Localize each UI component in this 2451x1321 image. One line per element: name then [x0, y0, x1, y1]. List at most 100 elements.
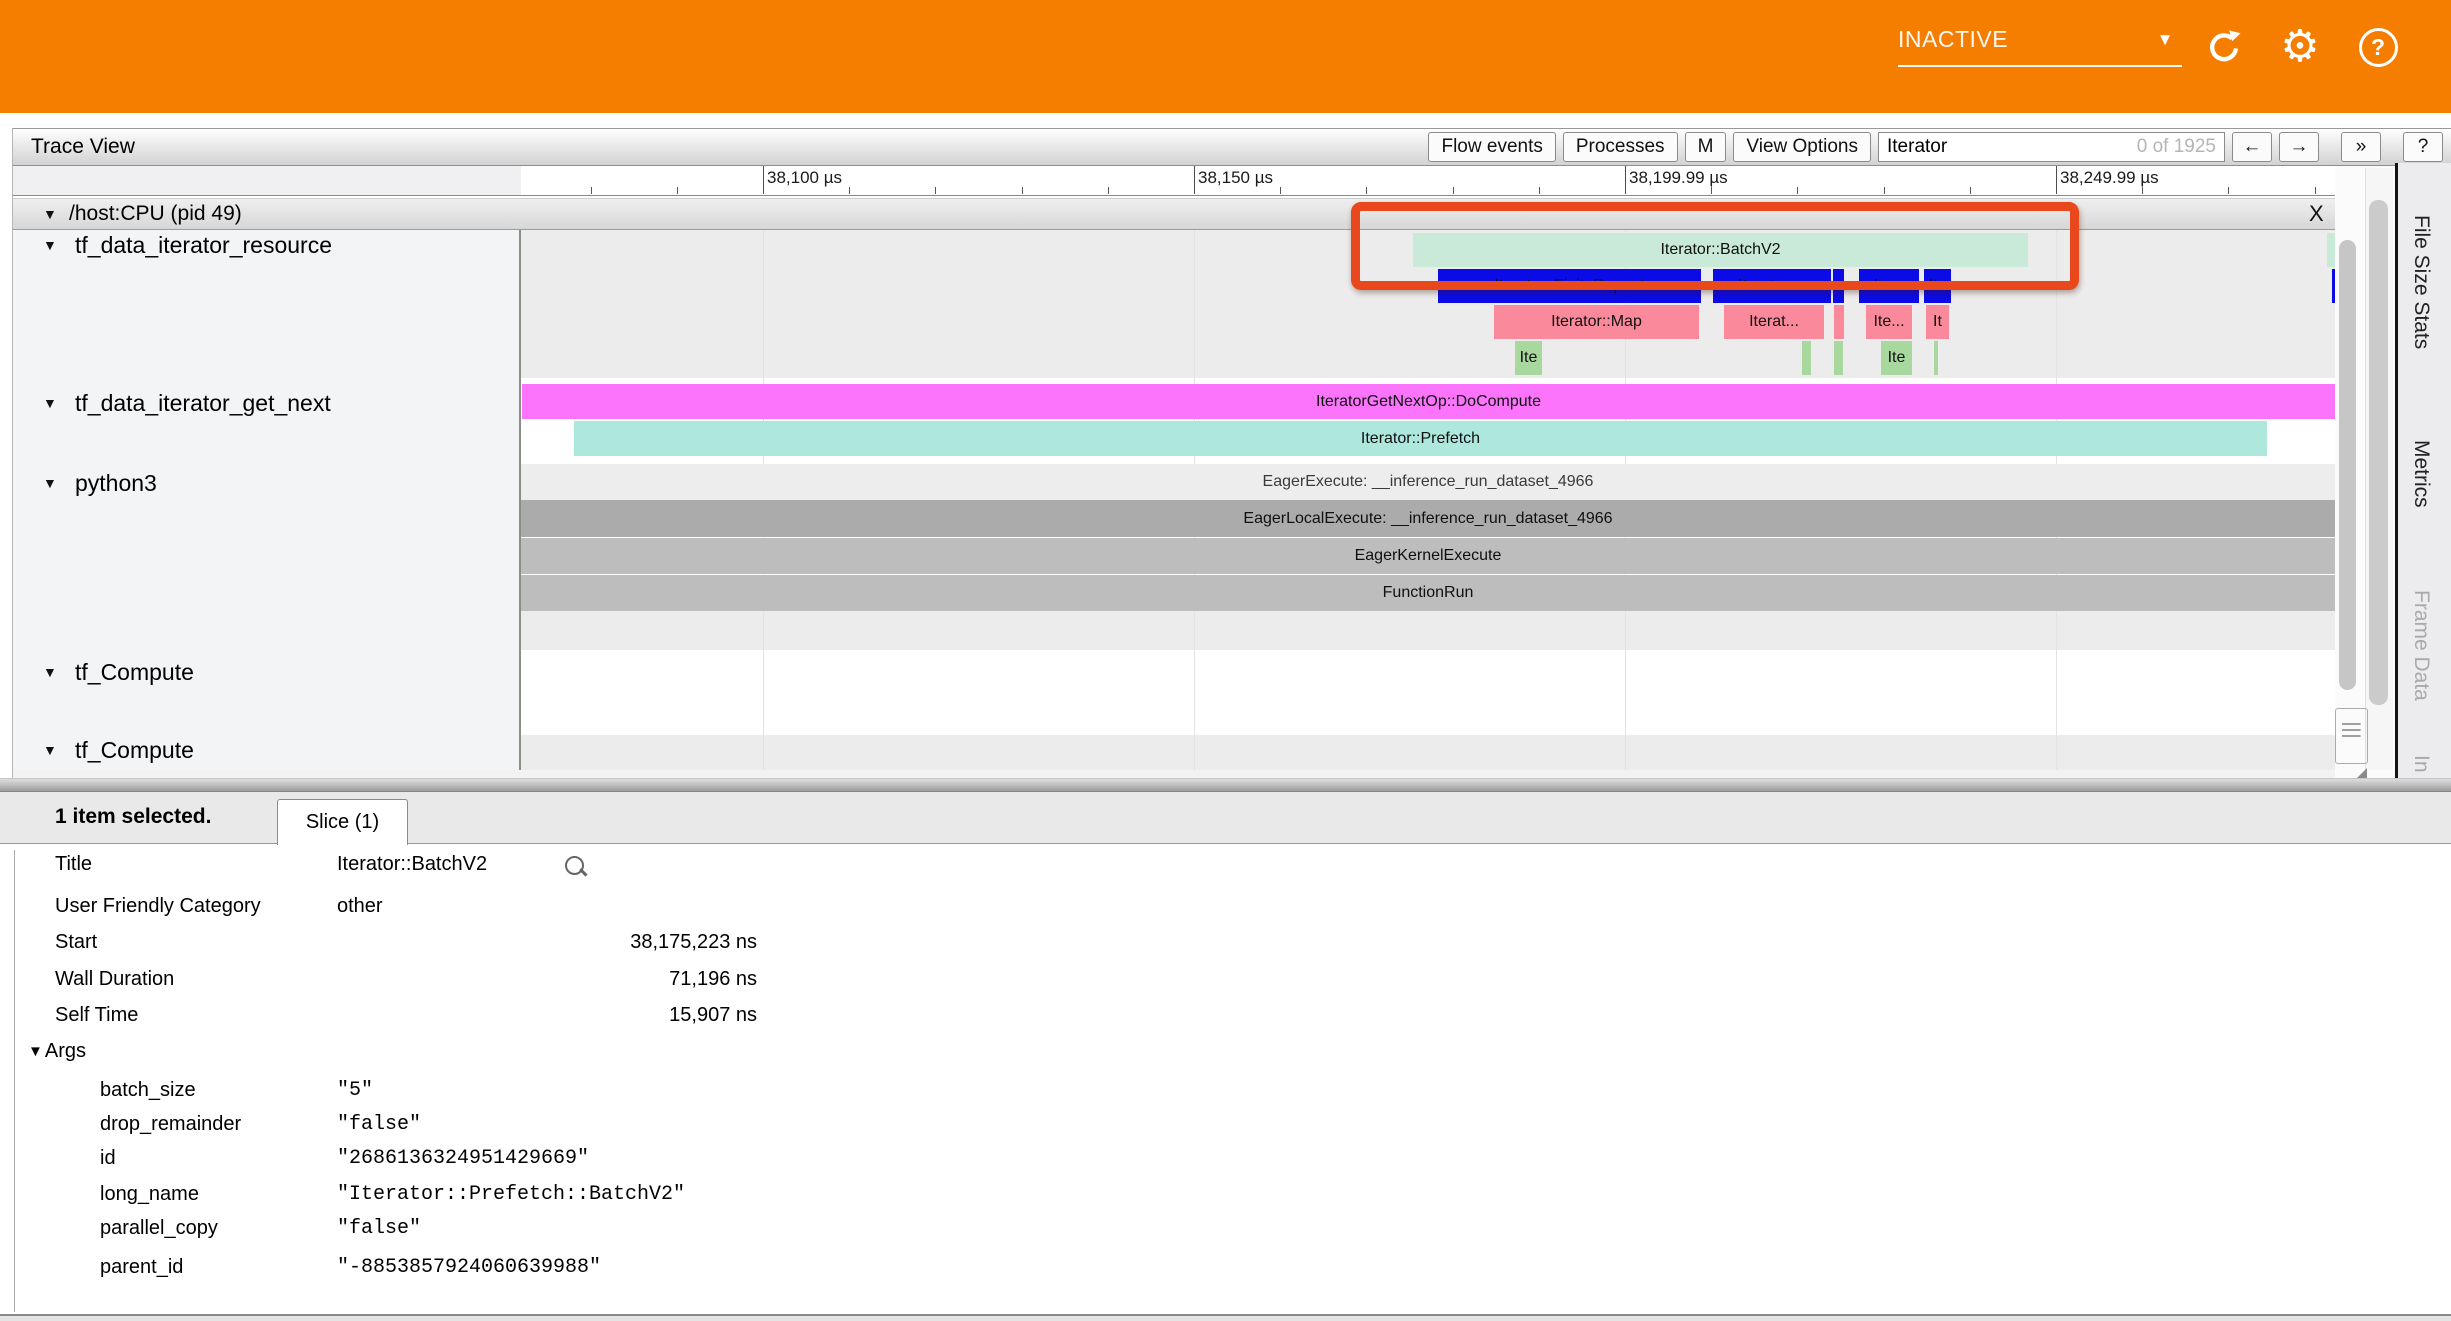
profiler-page: INACTIVE ▼ ⚙ ? Trace View Flow events Pro… — [0, 0, 2451, 1321]
scrollbar-thumb[interactable] — [2339, 240, 2356, 690]
detail-label: Start — [55, 931, 97, 954]
search-value: Iterator — [1887, 136, 1947, 158]
track-background-band — [521, 611, 2335, 650]
ruler-tick — [1797, 187, 1798, 194]
expand-panel-button[interactable]: » — [2341, 132, 2381, 162]
app-header-bar: INACTIVE ▼ ⚙ ? — [0, 0, 2451, 113]
arg-value: "5" — [337, 1079, 373, 1102]
arg-value: "Iterator::Prefetch::BatchV2" — [337, 1183, 685, 1206]
m-button[interactable]: M — [1685, 132, 1727, 162]
chevron-down-icon: ▼ — [43, 475, 57, 491]
refresh-icon-glyph — [2205, 28, 2243, 66]
track-area: Iterator::BatchV2Iterator::FiniteRepeatI… — [13, 230, 2395, 770]
args-header-row: ▼Args — [0, 1040, 2451, 1068]
arg-row: long_name"Iterator::Prefetch::BatchV2" — [0, 1183, 2451, 1211]
horizontal-divider[interactable] — [0, 778, 2451, 792]
trace-slice[interactable] — [1934, 341, 1938, 375]
trace-slice[interactable] — [2327, 233, 2335, 267]
detail-label: User Friendly Category — [55, 895, 261, 918]
ruler-tick — [1022, 187, 1023, 194]
trace-view-panel: Trace View Flow events ProcessesMView Opt… — [12, 128, 2451, 790]
args-collapse-toggle[interactable]: ▼Args — [28, 1040, 86, 1063]
ruler-major-tick — [2056, 166, 2057, 194]
toolbar-button-group: Flow eventsProcessesMView OptionsIterato… — [1428, 132, 2443, 162]
ruler-major-tick — [1194, 166, 1195, 194]
ruler-tick — [1108, 187, 1109, 194]
scroll-grip[interactable] — [2335, 708, 2368, 764]
trace-slice[interactable]: Ite — [1881, 341, 1912, 375]
track-label-row[interactable]: ▼tf_data_iterator_resource — [13, 230, 519, 260]
tab-file-size-stats[interactable]: File Size Stats — [2409, 215, 2433, 349]
refresh-icon[interactable] — [2204, 27, 2244, 67]
trace-slice[interactable]: EagerExecute: __inference_run_dataset_49… — [521, 464, 2335, 500]
chevron-down-icon: ▼ — [43, 664, 57, 680]
ruler-tick-label: 38,249.99 µs — [2060, 168, 2159, 188]
detail-value: 15,907 ns — [337, 1004, 757, 1027]
search-input[interactable]: Iterator 0 of 1925 — [1878, 132, 2225, 162]
trace-slice[interactable]: Iterator::Prefetch — [574, 421, 2267, 456]
trace-slice[interactable]: Iterat... — [1724, 305, 1824, 339]
trace-slice[interactable]: EagerKernelExecute — [521, 538, 2335, 574]
detail-row: Self Time15,907 ns — [0, 1004, 2451, 1032]
triangle-down-icon: ▼ — [28, 1043, 43, 1060]
tab-input: In — [2409, 755, 2433, 773]
processes-button[interactable]: Processes — [1563, 132, 1678, 162]
trace-view-toolbar: Trace View Flow events ProcessesMView Opt… — [13, 128, 2451, 166]
track-label-row[interactable]: ▼tf_data_iterator_get_next — [13, 388, 519, 418]
detail-value: other — [337, 895, 757, 918]
detail-value: Iterator::BatchV2 — [337, 853, 757, 876]
tab-slice[interactable]: Slice (1) — [277, 799, 408, 845]
track-label-row[interactable]: ▼python3 — [13, 468, 519, 498]
trace-slice[interactable]: IteratorGetNextOp::DoCompute — [522, 384, 2335, 419]
trace-slice[interactable] — [1834, 305, 1844, 339]
scrollbar-thumb[interactable] — [2369, 200, 2388, 705]
arg-name: parent_id — [100, 1256, 183, 1279]
detail-row: User Friendly Category other — [0, 895, 2451, 923]
search-result-count: 0 of 1925 — [2137, 136, 2216, 158]
trace-view-title: Trace View — [31, 135, 135, 159]
run-status-select[interactable]: INACTIVE ▼ — [1898, 26, 2182, 67]
timeline-canvas[interactable]: Iterator::BatchV2Iterator::FiniteRepeatI… — [521, 230, 2335, 770]
close-track-button[interactable]: X — [2309, 201, 2324, 227]
flow-events-button[interactable]: Flow events — [1428, 132, 1555, 162]
trace-slice[interactable]: Ite — [1515, 341, 1542, 375]
trace-slice[interactable] — [1802, 341, 1811, 375]
help-button[interactable]: ? — [2403, 132, 2443, 162]
trace-slice[interactable]: FunctionRun — [521, 575, 2335, 611]
gear-icon[interactable]: ⚙ — [2280, 27, 2320, 67]
next-result-button[interactable]: → — [2279, 132, 2319, 162]
trace-slice[interactable]: Iterator::Map — [1494, 305, 1699, 339]
arg-value: "false" — [337, 1217, 421, 1240]
magnifier-icon[interactable] — [565, 856, 584, 875]
ruler-tick — [1539, 187, 1540, 194]
track-background-band — [521, 735, 2335, 770]
tab-metrics[interactable]: Metrics — [2409, 440, 2433, 508]
trace-slice[interactable] — [1834, 341, 1843, 375]
track-label-row[interactable]: ▼tf_Compute — [13, 735, 519, 765]
prev-result-button[interactable]: ← — [2232, 132, 2272, 162]
track-label: tf_data_iterator_get_next — [75, 390, 331, 417]
view-options-button[interactable]: View Options — [1733, 132, 1871, 162]
ruler-tick — [1453, 187, 1454, 194]
chevron-down-icon: ▼ — [2157, 30, 2174, 50]
ruler-tick — [1884, 187, 1885, 194]
trace-slice[interactable]: It — [1926, 305, 1949, 339]
outer-scrollbar-track[interactable] — [2365, 168, 2393, 770]
help-icon[interactable]: ? — [2358, 27, 2398, 67]
ruler-tick — [1970, 187, 1971, 194]
detail-row: Start 38,175,223 ns — [0, 931, 2451, 959]
trace-slice[interactable]: EagerLocalExecute: __inference_run_datas… — [521, 500, 2335, 537]
track-label: tf_Compute — [75, 737, 194, 764]
trace-slice[interactable]: Ite... — [1866, 305, 1912, 339]
ruler-tick — [2142, 187, 2143, 194]
track-label-row[interactable]: ▼tf_Compute — [13, 657, 519, 687]
ruler-left-gutter — [13, 166, 521, 195]
arg-row: id"2686136324951429669" — [0, 1147, 2451, 1175]
ruler-tick — [2228, 187, 2229, 194]
chevron-down-icon[interactable]: ▼ — [43, 206, 57, 222]
detail-value: 38,175,223 ns — [337, 931, 757, 954]
arg-row: drop_remainder"false" — [0, 1113, 2451, 1141]
arg-row: parent_id"-8853857924060639988" — [0, 1256, 2451, 1284]
ruler-major-tick — [1625, 166, 1626, 194]
arg-row: parallel_copy"false" — [0, 1217, 2451, 1245]
